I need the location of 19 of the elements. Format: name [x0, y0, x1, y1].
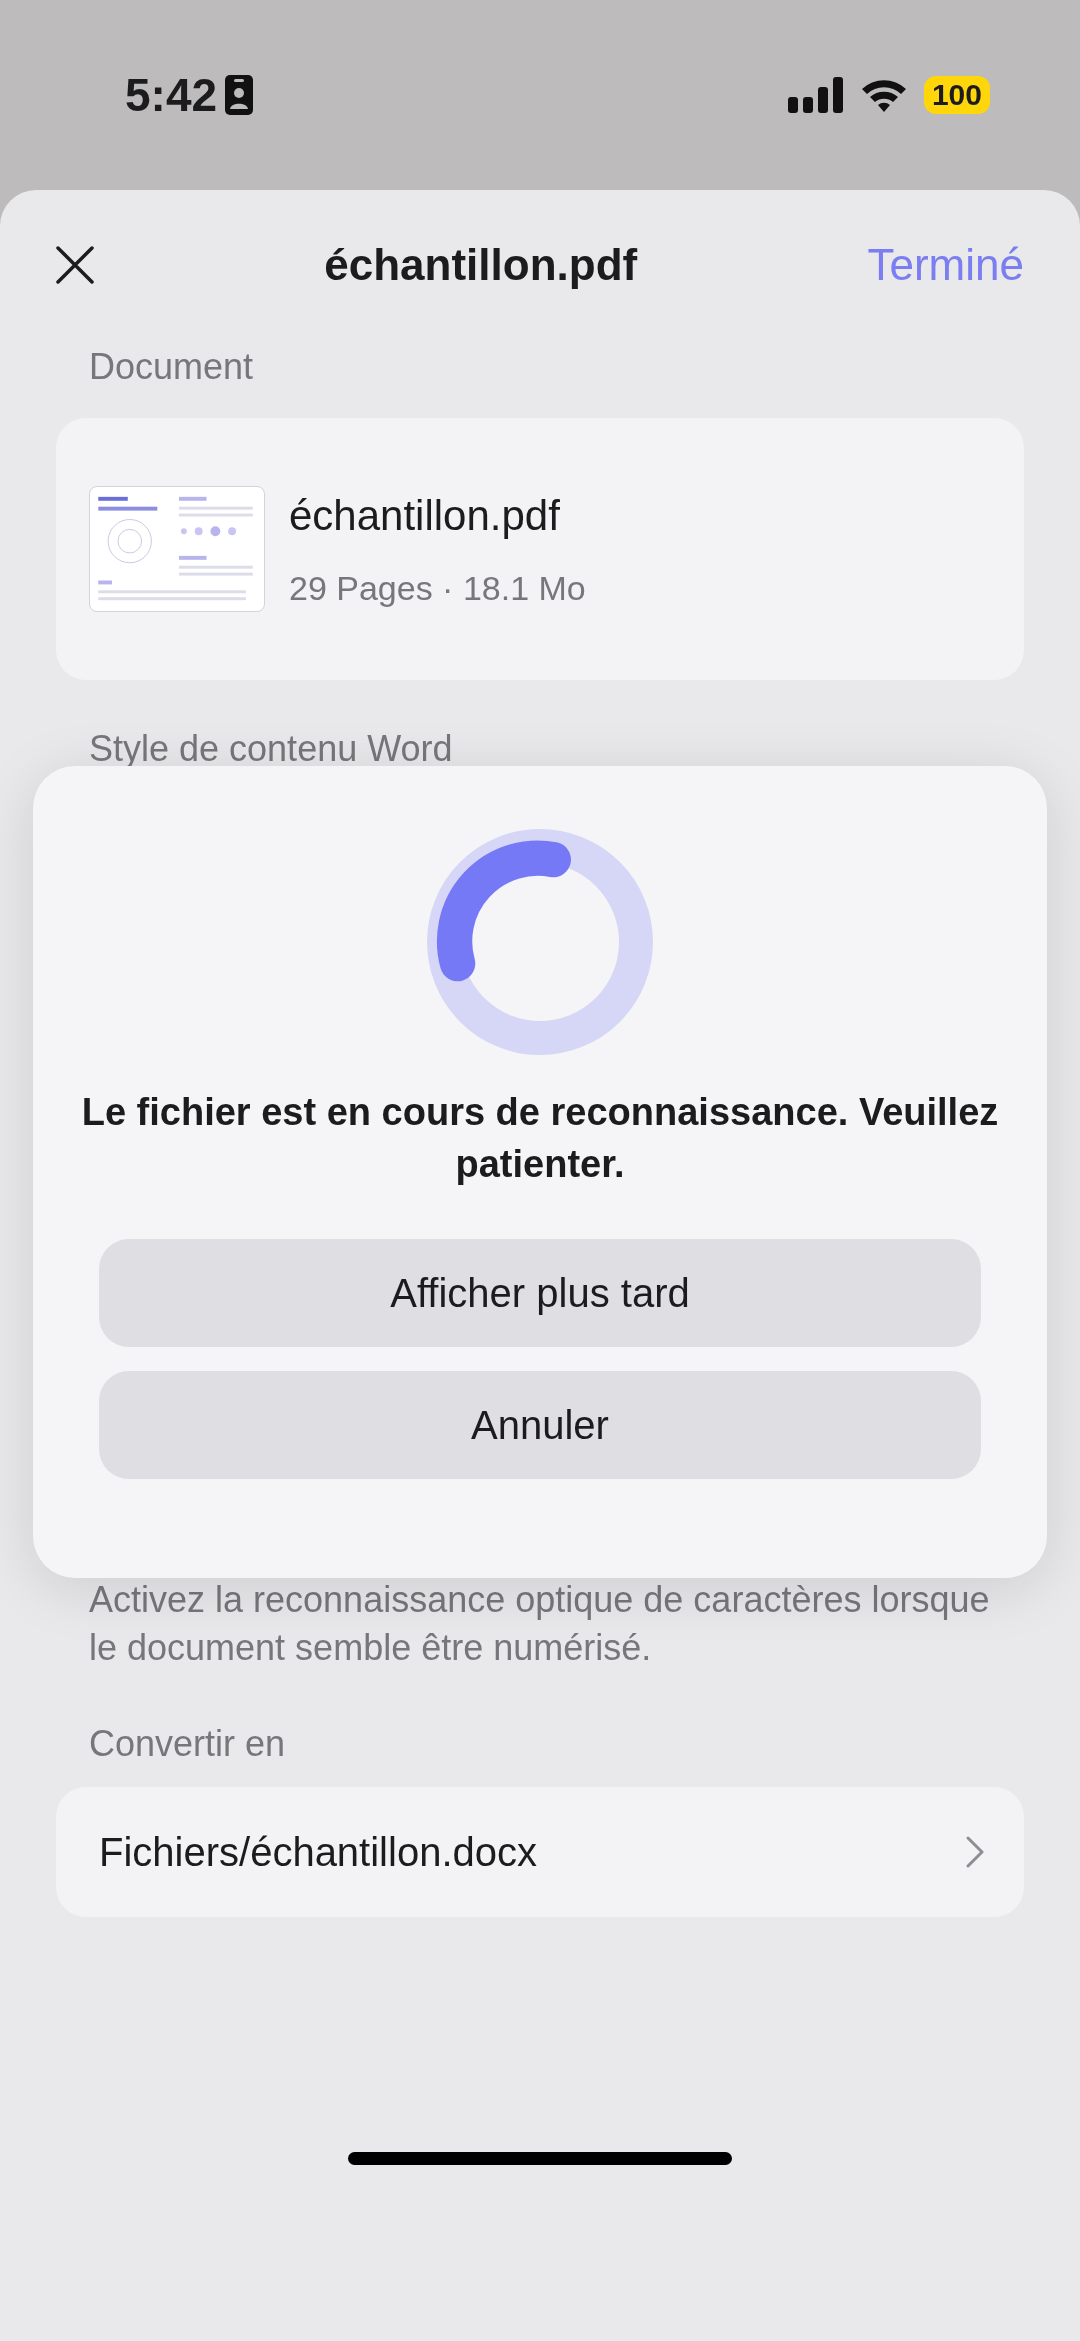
dialog-button[interactable]: Afficher plus tard — [99, 1238, 981, 1347]
time: 5:42 — [125, 72, 218, 118]
battery-level: 100 — [923, 76, 990, 114]
section-label: Convertir en — [88, 1722, 287, 1767]
section-label: Document — [88, 345, 255, 389]
output-path-row[interactable]: Fichiers/échantillon.docx — [56, 1787, 1024, 1918]
sheet-title: échantillon.pdf — [324, 239, 638, 291]
close-button[interactable] — [56, 246, 94, 284]
contact-card-icon — [225, 75, 254, 115]
ocr-description: Activez la reconnaissance optique de caractères lorsque le document semble être numérisé. — [88, 1578, 991, 1670]
section-label: Style de contenu Word — [88, 727, 454, 771]
chevron-right-icon — [966, 1836, 984, 1869]
status-message: Le fichier est en cours de reconnaissance. Veuillez patienter. — [80, 1090, 1000, 1188]
signal-icon — [787, 77, 844, 113]
dialog-button[interactable]: Annuler — [99, 1370, 981, 1479]
output-path: Fichiers/échantillon.docx — [99, 1829, 537, 1877]
close-icon — [56, 246, 94, 284]
file-name: échantillon.pdf — [289, 491, 561, 541]
file-details: 29 Pages · 18.1 Mo — [289, 568, 586, 609]
